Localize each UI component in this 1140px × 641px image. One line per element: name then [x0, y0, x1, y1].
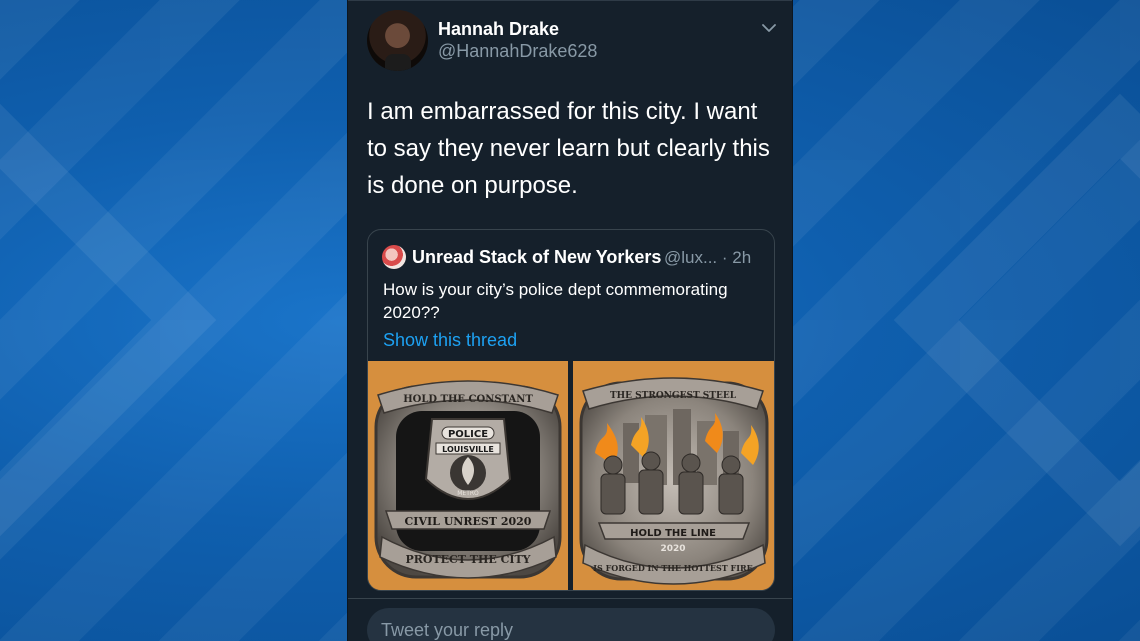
quoted-media[interactable]: HOLD THE CONSTANT POLICE LOUISVILLE METR… [368, 361, 774, 590]
coin-right-year: 2020 [660, 544, 685, 554]
tweet-screen: Hannah Drake @HannahDrake628 I am embarr… [347, 0, 793, 641]
coin-left-badge-top: POLICE [448, 429, 488, 440]
quoted-tweet[interactable]: Unread Stack of New Yorkers @lux... · 2h… [367, 229, 775, 591]
coin-left-bottom-text: PROTECT THE CITY [405, 553, 530, 566]
quoted-text: How is your city’s police dept commemora… [383, 280, 728, 322]
coin-left-top-text: HOLD THE CONSTANT [403, 394, 533, 405]
coin-image-left[interactable]: HOLD THE CONSTANT POLICE LOUISVILLE METR… [368, 361, 568, 590]
coin-right-bottom-text: IS FORGED IN THE HOTTEST FIRE [593, 563, 752, 573]
coin-left-badge-mid: LOUISVILLE [442, 445, 494, 454]
quoted-handle-time: @lux... · 2h [664, 248, 751, 268]
author-handle[interactable]: @HannahDrake628 [438, 41, 597, 62]
coin-right-top-text: THE STRONGEST STEEL [610, 391, 737, 401]
quoted-time: · 2h [721, 248, 752, 267]
tweet-text: I am embarrassed for this city. I want t… [367, 98, 770, 199]
quoted-handle: @lux... [664, 248, 718, 267]
show-thread-link[interactable]: Show this thread [383, 330, 517, 351]
reply-divider [348, 598, 792, 599]
avatar[interactable] [367, 10, 428, 71]
coin-left-badge-bottom: METRO [457, 490, 479, 497]
quoted-author-name: Unread Stack of New Yorkers [412, 247, 662, 267]
reply-input[interactable]: Tweet your reply [367, 608, 775, 641]
top-divider [348, 0, 792, 1]
author-name[interactable]: Hannah Drake [438, 19, 559, 40]
quoted-avatar[interactable] [382, 245, 406, 269]
coin-right-banner: HOLD THE LINE [630, 528, 716, 539]
chevron-down-icon[interactable] [759, 18, 779, 38]
coin-left-banner: CIVIL UNREST 2020 [405, 515, 532, 528]
coin-image-right[interactable]: THE STRONGEST STEEL HOLD THE LINE 2020 I… [573, 361, 774, 590]
